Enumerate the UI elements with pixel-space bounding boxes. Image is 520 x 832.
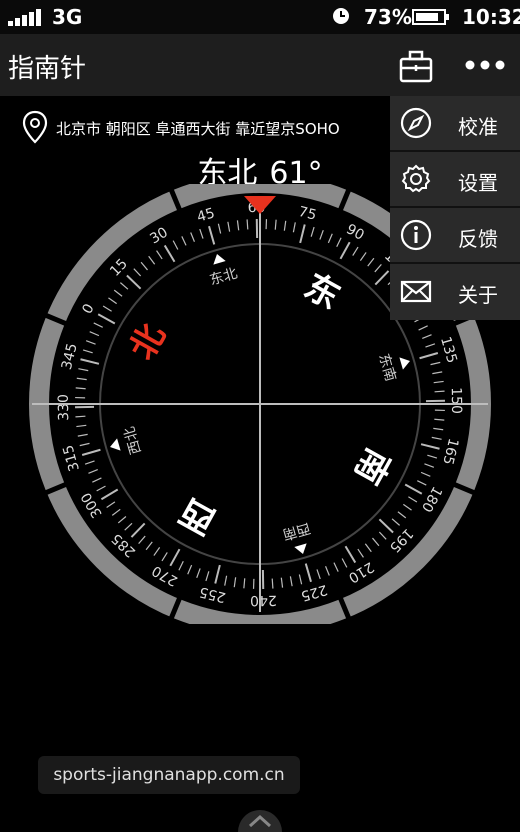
location-text: 北京市 朝阳区 阜通西大街 靠近望京SOHO bbox=[56, 120, 340, 138]
battery-icon bbox=[412, 9, 449, 25]
degree-label: 240 bbox=[250, 592, 277, 608]
degree-label: 150 bbox=[448, 387, 464, 414]
menu-item-feedback[interactable]: 反馈 bbox=[390, 208, 520, 264]
battery-percent: 73% bbox=[364, 5, 412, 29]
location-pin-icon bbox=[22, 110, 48, 144]
info-icon bbox=[400, 219, 432, 251]
status-bar: 3G 73% 10:32 bbox=[0, 0, 520, 34]
menu-label-settings: 设置 bbox=[458, 171, 498, 195]
compass-icon bbox=[400, 107, 432, 139]
compass-tick bbox=[434, 390, 445, 393]
compass-tick bbox=[271, 578, 274, 589]
status-time: 10:32 bbox=[462, 5, 520, 29]
gear-icon bbox=[401, 164, 431, 193]
network-type: 3G bbox=[52, 5, 83, 29]
menu-item-settings[interactable]: 设置 bbox=[390, 152, 520, 208]
menu-label-calibrate: 校准 bbox=[458, 115, 498, 139]
chevron-up-icon[interactable] bbox=[236, 806, 284, 832]
alarm-icon bbox=[333, 8, 349, 24]
menu-item-about[interactable]: 关于 bbox=[390, 264, 520, 318]
watermark: sports-jiangnanapp.com.cn bbox=[38, 756, 300, 794]
more-options-icon[interactable] bbox=[462, 50, 508, 80]
menu-item-calibrate[interactable]: 校准 bbox=[390, 96, 520, 152]
signal-icon bbox=[8, 9, 41, 26]
app-bar: 指南针 bbox=[0, 34, 520, 96]
overflow-menu: 校准 设置 反馈 关于 bbox=[390, 96, 520, 320]
menu-label-about: 关于 bbox=[458, 283, 498, 307]
degree-label: 330 bbox=[56, 394, 72, 421]
compass-tick bbox=[246, 219, 249, 230]
menu-label-feedback: 反馈 bbox=[458, 227, 498, 251]
app-title: 指南针 bbox=[8, 54, 87, 84]
toolbox-icon[interactable] bbox=[396, 46, 436, 86]
compass-tick bbox=[75, 415, 86, 418]
mail-icon bbox=[400, 280, 432, 303]
